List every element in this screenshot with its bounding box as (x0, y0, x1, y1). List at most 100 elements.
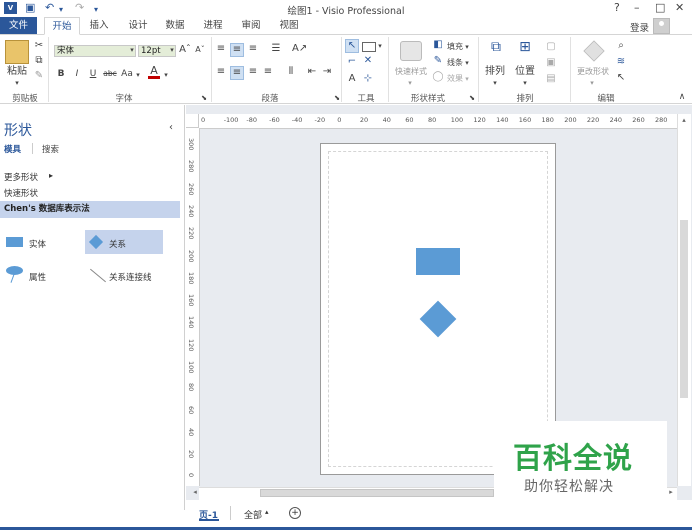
close-button[interactable]: ✕ (675, 1, 684, 15)
all-pages-button[interactable]: 全部 (244, 508, 262, 521)
align-left-icon[interactable]: ≡ (215, 66, 227, 78)
font-dialog-launcher-icon[interactable]: ⬊ (200, 92, 208, 104)
quick-styles-dropdown-icon[interactable]: ▾ (406, 77, 414, 89)
text-tool-icon[interactable]: A (345, 73, 359, 85)
distribute-icon[interactable]: ⫴ (285, 66, 297, 78)
tab-review[interactable]: 审阅 (236, 17, 266, 35)
find-icon[interactable]: ⌕ (614, 40, 628, 52)
underline-button[interactable]: U (88, 68, 98, 80)
tab-home[interactable]: 开始 (44, 17, 80, 35)
collapse-pane-icon[interactable]: ‹ (166, 122, 176, 134)
copy-icon[interactable]: ⧉ (33, 55, 45, 67)
stencil-chen-database[interactable]: Chen's 数据库表示法 (0, 201, 180, 218)
group-label-editing: 编辑 (597, 94, 615, 104)
change-shape-dropdown-icon[interactable]: ▾ (588, 77, 596, 89)
justify-icon[interactable]: ≡ (262, 66, 274, 78)
change-case-dropdown-icon[interactable]: ▾ (134, 69, 142, 81)
bullets-icon[interactable]: ☰ (270, 43, 282, 55)
all-pages-dropdown-icon[interactable]: ▴ (265, 508, 269, 516)
grow-font-icon[interactable]: Aˆ (179, 44, 191, 56)
tab-data[interactable]: 数据 (160, 17, 190, 35)
arrange-icon[interactable]: ⧉ (486, 40, 506, 61)
arrange-dropdown-icon[interactable]: ▾ (491, 77, 499, 89)
font-name-dropdown-icon[interactable]: ▾ (127, 44, 137, 56)
effects-dropdown-icon[interactable]: ▾ (463, 73, 471, 85)
shrink-font-icon[interactable]: Aˇ (194, 44, 206, 56)
font-color-button[interactable]: A (148, 65, 160, 79)
font-color-dropdown-icon[interactable]: ▾ (162, 69, 170, 81)
layers-icon[interactable]: ≋ (614, 56, 628, 68)
sign-in-link[interactable]: 登录 (630, 20, 649, 34)
increase-indent-icon[interactable]: ⇥ (321, 66, 333, 78)
connector-tool-icon[interactable]: ⌐ (345, 56, 359, 68)
scroll-right-icon[interactable]: ▸ (666, 488, 676, 498)
quick-shapes-item[interactable]: 快速形状 (4, 187, 38, 199)
position-icon[interactable]: ⊞ (515, 40, 535, 61)
tab-view[interactable]: 视图 (274, 17, 304, 35)
minimize-button[interactable]: – (634, 1, 640, 15)
font-name-combo[interactable]: 宋体 (54, 45, 136, 57)
tab-stencils[interactable]: 模具 (4, 143, 21, 155)
more-shapes-menu[interactable]: 更多形状 (4, 171, 38, 183)
strikethrough-button[interactable]: abc (102, 68, 118, 80)
select-icon[interactable]: ↖ (614, 72, 628, 84)
shape-styles-dialog-launcher-icon[interactable]: ⬊ (468, 92, 476, 104)
change-case-button[interactable]: Aa (119, 68, 135, 80)
align-center-icon[interactable]: ≡ (230, 66, 244, 80)
tab-search[interactable]: 搜索 (42, 143, 59, 155)
quick-styles-icon[interactable] (400, 41, 422, 61)
rectangle-tool-icon[interactable] (362, 42, 376, 52)
text-direction-icon[interactable]: A↗ (292, 43, 307, 55)
connection-point-icon[interactable]: ✕ (362, 55, 374, 67)
fill-icon[interactable]: ◧ (432, 39, 444, 51)
align-bottom-icon[interactable]: ≡ (247, 43, 259, 55)
decrease-indent-icon[interactable]: ⇤ (306, 66, 318, 78)
cut-icon[interactable]: ✂ (33, 40, 45, 52)
v-ruler-tick: 60 (187, 405, 195, 414)
restore-button[interactable]: □ (655, 1, 665, 15)
align-middle-icon[interactable]: ≡ (230, 43, 244, 57)
pointer-tool-icon[interactable]: ↖ (345, 39, 359, 53)
entity-shape-label[interactable]: 实体 (29, 238, 46, 250)
tab-design[interactable]: 设计 (123, 17, 153, 35)
rectangle-dropdown-icon[interactable]: ▾ (376, 40, 384, 52)
h-ruler-tick: 220 (586, 116, 600, 124)
tab-process[interactable]: 进程 (198, 17, 228, 35)
h-ruler-tick: -60 (269, 116, 280, 124)
text-block-icon[interactable]: ⊹ (362, 73, 374, 85)
vertical-scroll-thumb[interactable] (680, 220, 688, 398)
line-icon[interactable]: ✎ (432, 55, 444, 67)
user-avatar[interactable] (653, 18, 670, 34)
entity-shape-icon[interactable] (6, 237, 23, 247)
font-size-dropdown-icon[interactable]: ▾ (167, 44, 177, 56)
italic-button[interactable]: I (72, 68, 82, 80)
add-page-button[interactable]: + (289, 507, 301, 519)
bring-forward-icon[interactable]: ▣ (544, 57, 558, 69)
help-button[interactable]: ? (614, 1, 620, 15)
fill-dropdown-icon[interactable]: ▾ (463, 41, 471, 53)
format-painter-icon[interactable]: ✎ (33, 70, 45, 82)
scroll-up-icon[interactable]: ▴ (679, 116, 689, 126)
paste-dropdown-icon[interactable]: ▾ (12, 77, 22, 89)
relationship-connector-label[interactable]: 关系连接线 (109, 271, 152, 283)
horizontal-scroll-thumb[interactable] (260, 489, 494, 497)
tab-insert[interactable]: 插入 (84, 17, 114, 35)
tab-file[interactable]: 文件 (0, 17, 37, 35)
scroll-left-icon[interactable]: ◂ (190, 488, 200, 498)
paste-icon[interactable] (5, 40, 29, 64)
collapse-ribbon-icon[interactable]: ∧ (676, 91, 688, 103)
attribute-shape-label[interactable]: 属性 (29, 271, 46, 283)
bold-button[interactable]: B (56, 68, 66, 80)
align-top-icon[interactable]: ≡ (215, 43, 227, 55)
group-icon[interactable]: ▢ (544, 41, 558, 53)
position-dropdown-icon[interactable]: ▾ (521, 77, 529, 89)
entity-shape-on-page[interactable] (416, 248, 460, 275)
align-right-icon[interactable]: ≡ (247, 66, 259, 78)
paragraph-dialog-launcher-icon[interactable]: ⬊ (333, 92, 341, 104)
line-dropdown-icon[interactable]: ▾ (463, 57, 471, 69)
send-backward-icon[interactable]: ▤ (544, 73, 558, 85)
v-ruler-tick: 240 (187, 204, 195, 218)
relationship-shape-label[interactable]: 关系 (109, 238, 126, 250)
effects-icon[interactable]: ◯ (432, 71, 444, 83)
more-shapes-arrow-icon[interactable]: ▸ (49, 171, 53, 180)
